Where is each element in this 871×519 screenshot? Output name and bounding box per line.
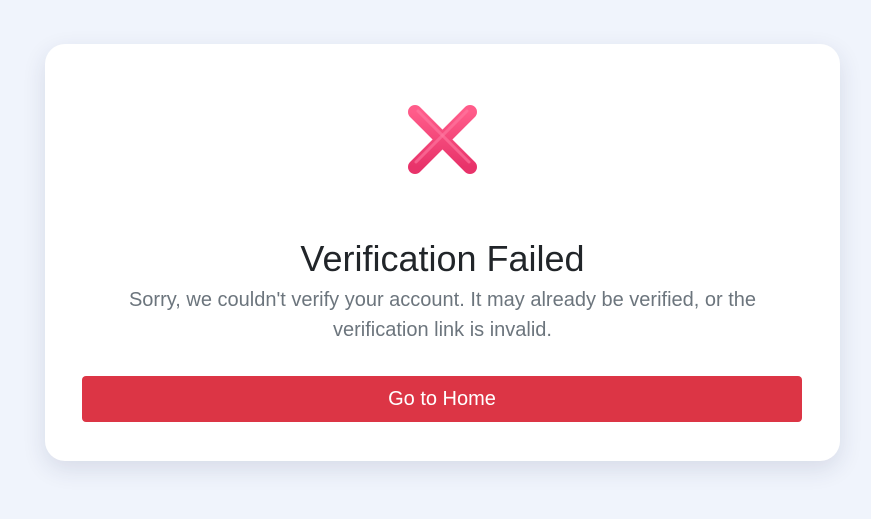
go-home-button[interactable]: Go to Home (82, 376, 802, 422)
page-title: Verification Failed (300, 238, 585, 280)
status-message: Sorry, we couldn't verify your account. … (128, 289, 757, 341)
cross-mark-icon (405, 102, 480, 177)
verification-card: Verification Failed Sorry, we couldn't v… (45, 44, 840, 461)
